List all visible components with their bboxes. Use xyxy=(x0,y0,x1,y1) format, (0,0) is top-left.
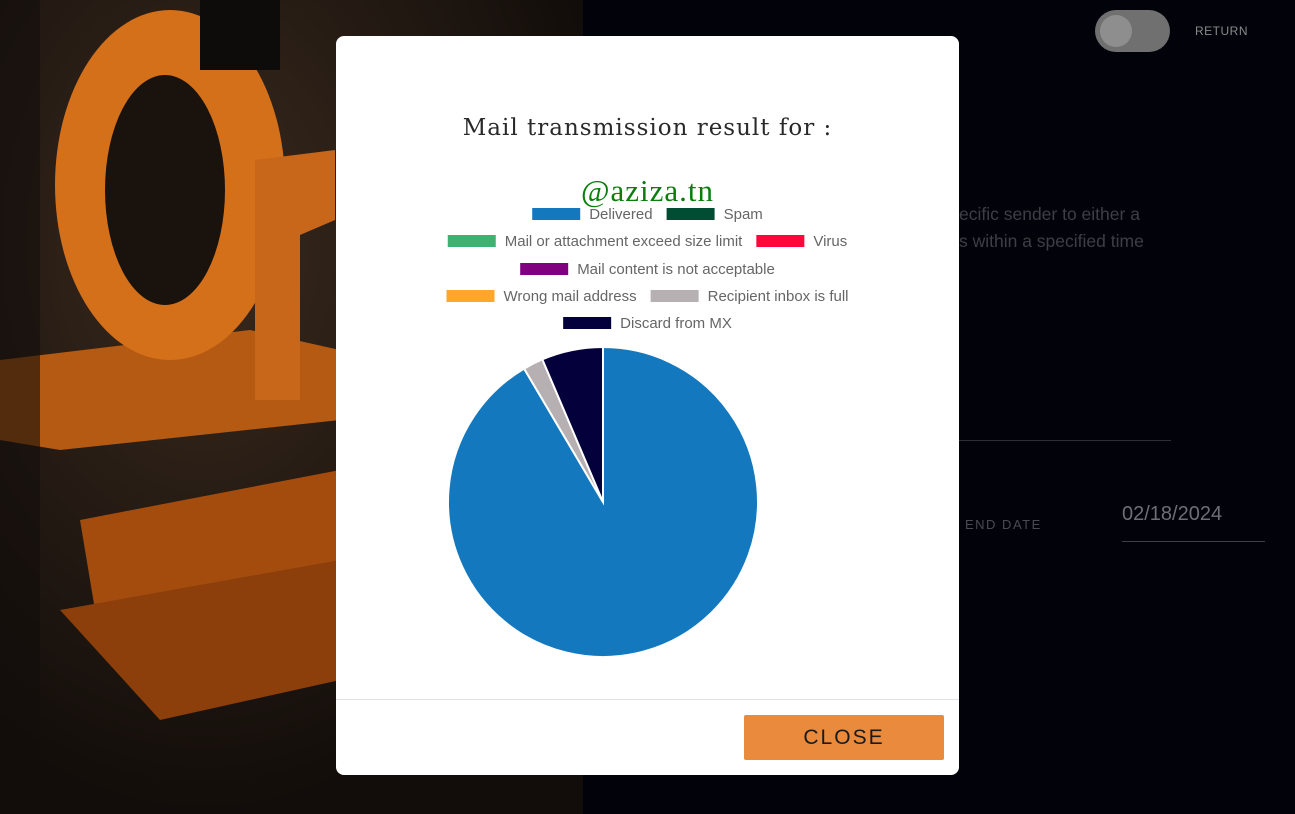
legend-label: Mail content is not acceptable xyxy=(577,261,775,278)
legend-item-virus[interactable]: Virus xyxy=(756,233,847,250)
description-text: ecific sender to either a s within a spe… xyxy=(959,204,1144,251)
legend-swatch xyxy=(756,235,805,247)
legend-label: Virus xyxy=(813,233,847,250)
legend-swatch xyxy=(520,263,569,275)
legend-item-delivered[interactable]: Delivered xyxy=(532,206,653,223)
legend-swatch xyxy=(650,290,699,302)
legend-label: Spam xyxy=(724,206,763,223)
field-divider xyxy=(959,440,1171,441)
legend-label: Delivered xyxy=(589,206,652,223)
legend-label: Mail or attachment exceed size limit xyxy=(505,233,743,250)
legend-label: Wrong mail address xyxy=(503,288,636,305)
legend-label: Discard from MX xyxy=(620,315,732,332)
end-date-label: END DATE xyxy=(965,517,1042,532)
return-toggle[interactable] xyxy=(1095,10,1170,52)
end-date-input[interactable]: 02/18/2024 xyxy=(1122,503,1222,526)
legend-swatch xyxy=(447,235,496,247)
legend-item-discard-from-mx[interactable]: Discard from MX xyxy=(563,315,732,332)
legend-label: Recipient inbox is full xyxy=(708,288,849,305)
legend-swatch xyxy=(532,208,581,220)
result-pie-chart: Delivered Spam Mail or attachment exceed s… xyxy=(446,206,849,658)
toggle-knob xyxy=(1100,15,1132,47)
modal-footer-divider xyxy=(336,699,959,700)
close-button[interactable]: CLOSE xyxy=(744,715,944,760)
legend-item-spam[interactable]: Spam xyxy=(666,206,763,223)
legend-item-wrong-mail-address[interactable]: Wrong mail address xyxy=(446,288,637,305)
legend-swatch xyxy=(666,208,715,220)
pie-slices xyxy=(447,345,759,658)
return-label: RETURN xyxy=(1195,24,1248,38)
end-date-underline xyxy=(1122,541,1265,542)
legend-item-mail-or-attachment-exceed-size-limit[interactable]: Mail or attachment exceed size limit xyxy=(447,233,743,250)
legend-item-recipient-inbox-is-full[interactable]: Recipient inbox is full xyxy=(650,288,849,305)
legend-item-mail-content-is-not-acceptable[interactable]: Mail content is not acceptable xyxy=(520,261,775,278)
legend-swatch xyxy=(563,317,612,329)
result-modal: Mail transmission result for : @aziza.tn… xyxy=(336,36,959,775)
chart-legend: Delivered Spam Mail or attachment exceed s… xyxy=(446,206,849,332)
legend-swatch xyxy=(446,290,495,302)
